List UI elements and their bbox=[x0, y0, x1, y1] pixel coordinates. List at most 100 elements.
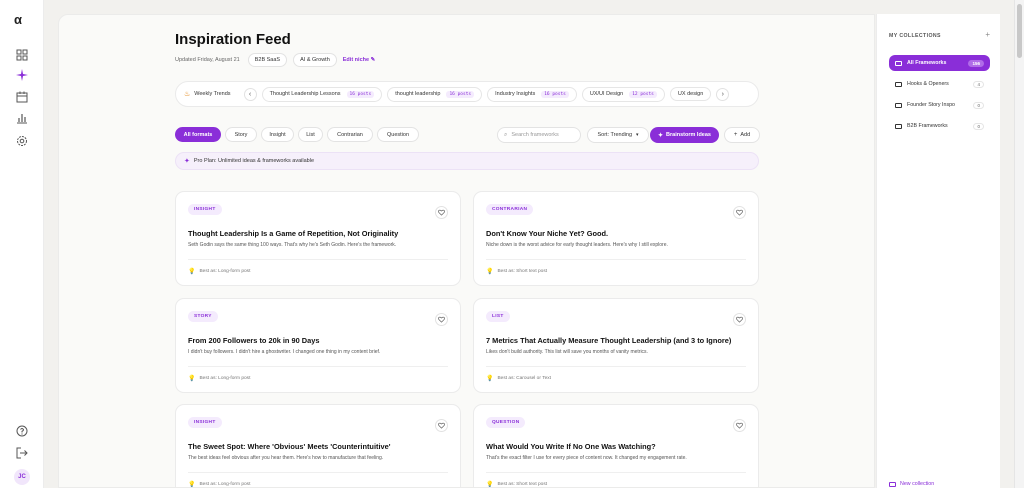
card-title: From 200 Followers to 20k in 90 Days bbox=[188, 336, 320, 345]
favorite-heart-icon[interactable] bbox=[733, 206, 746, 219]
filter-story[interactable]: Story bbox=[225, 127, 257, 142]
lightbulb-icon: 💡 bbox=[486, 376, 494, 382]
collection-count: 0 bbox=[973, 122, 984, 130]
page-scrollbar[interactable] bbox=[1014, 0, 1024, 488]
main-panel: Inspiration Feed Updated Friday, August … bbox=[58, 14, 875, 488]
card-divider bbox=[486, 366, 746, 367]
trends-next-button[interactable]: › bbox=[716, 87, 730, 101]
app-logo[interactable]: α bbox=[14, 12, 22, 27]
idea-card[interactable]: STORY From 200 Followers to 20k in 90 Da… bbox=[175, 298, 461, 393]
idea-card[interactable]: INSIGHT Thought Leadership Is a Game of … bbox=[175, 191, 461, 286]
collection-count: 0 bbox=[973, 101, 984, 109]
idea-card[interactable]: INSIGHT The Sweet Spot: Where 'Obvious' … bbox=[175, 404, 461, 488]
trend-chip[interactable]: UX/UI Design 12 posts bbox=[581, 86, 665, 102]
card-divider bbox=[486, 259, 746, 260]
dashboard-icon[interactable] bbox=[15, 48, 29, 62]
chevron-down-icon: ▾ bbox=[636, 132, 639, 138]
best-as-label: 💡 Best as: Long-form post bbox=[188, 376, 251, 382]
card-divider bbox=[188, 259, 448, 260]
filter-list[interactable]: List bbox=[298, 127, 323, 142]
best-as-label: 💡 Best as: Long-form post bbox=[188, 482, 251, 488]
settings-icon[interactable] bbox=[15, 134, 29, 148]
card-divider bbox=[486, 472, 746, 473]
analytics-icon[interactable] bbox=[15, 111, 29, 125]
brainstorm-ideas-button[interactable]: ✦ Brainstorm Ideas bbox=[650, 127, 719, 143]
logout-icon[interactable] bbox=[15, 446, 29, 460]
folder-icon bbox=[895, 123, 902, 129]
search-input[interactable]: ⌕ Search frameworks bbox=[497, 127, 581, 143]
best-as-label: 💡 Best as: Short text post bbox=[486, 482, 548, 488]
lightbulb-icon: 💡 bbox=[188, 482, 196, 488]
add-button[interactable]: + Add bbox=[724, 127, 760, 143]
folder-icon bbox=[895, 60, 902, 66]
collection-founder-story-inspo[interactable]: Founder Story Inspo 0 bbox=[889, 97, 990, 113]
card-description: Seth Godin says the same thing 100 ways.… bbox=[188, 242, 397, 248]
collection-hooks-openers[interactable]: Hooks & Openers 4 bbox=[889, 76, 990, 92]
weekly-trends-label: ♨ Weekly Trends bbox=[184, 91, 231, 98]
folder-icon bbox=[895, 81, 902, 87]
card-title: Thought Leadership Is a Game of Repetiti… bbox=[188, 229, 399, 238]
lightbulb-icon: 💡 bbox=[486, 269, 494, 275]
format-tag: QUESTION bbox=[486, 417, 526, 428]
card-title: 7 Metrics That Actually Measure Thought … bbox=[486, 336, 732, 345]
filter-all-formats[interactable]: All formats bbox=[175, 127, 221, 142]
sort-dropdown[interactable]: Sort: Trending ▾ bbox=[587, 127, 649, 143]
trends-prev-button[interactable]: ‹ bbox=[243, 87, 257, 101]
filter-question[interactable]: Question bbox=[377, 127, 419, 142]
favorite-heart-icon[interactable] bbox=[435, 313, 448, 326]
format-tag: INSIGHT bbox=[188, 204, 222, 215]
trend-chip[interactable]: Industry Insights 16 posts bbox=[487, 86, 577, 102]
sparkle-icon: ✦ bbox=[184, 158, 190, 165]
filter-insight[interactable]: Insight bbox=[261, 127, 294, 142]
lightbulb-icon: 💡 bbox=[486, 482, 494, 488]
filter-row: All formats Story Insight List Contraria… bbox=[175, 127, 760, 143]
trend-count: 16 posts bbox=[446, 90, 475, 98]
idea-card[interactable]: QUESTION What Would You Write If No One … bbox=[473, 404, 759, 488]
niche-chip[interactable]: AI & Growth bbox=[293, 53, 337, 67]
card-title: The Sweet Spot: Where 'Obvious' Meets 'C… bbox=[188, 442, 391, 451]
idea-card[interactable]: CONTRARIAN Don't Know Your Niche Yet? Go… bbox=[473, 191, 759, 286]
card-divider bbox=[188, 472, 448, 473]
scrollbar-thumb[interactable] bbox=[1017, 4, 1022, 58]
sparkle-icon: ✦ bbox=[658, 132, 664, 139]
updated-text: Updated Friday, August 21 bbox=[175, 57, 240, 63]
format-tag: STORY bbox=[188, 311, 218, 322]
plus-icon: + bbox=[733, 132, 738, 138]
best-as-label: 💡 Best as: Short text post bbox=[486, 269, 548, 275]
folder-icon bbox=[895, 102, 902, 108]
user-avatar[interactable]: JC bbox=[14, 469, 30, 485]
collections-title: MY COLLECTIONS bbox=[889, 33, 941, 39]
favorite-heart-icon[interactable] bbox=[435, 206, 448, 219]
collection-all-frameworks[interactable]: All Frameworks 156 bbox=[889, 55, 990, 71]
card-divider bbox=[188, 366, 448, 367]
favorite-heart-icon[interactable] bbox=[733, 313, 746, 326]
trend-count: 16 posts bbox=[346, 90, 375, 98]
idea-card[interactable]: LIST 7 Metrics That Actually Measure Tho… bbox=[473, 298, 759, 393]
pro-plan-banner: ✦ Pro Plan: Unlimited ideas & frameworks… bbox=[175, 152, 759, 170]
best-as-label: 💡 Best as: Carousel or Text bbox=[486, 376, 551, 382]
sparkle-icon[interactable] bbox=[15, 68, 29, 82]
format-tag: LIST bbox=[486, 311, 510, 322]
edit-niche-link[interactable]: Edit niche ✎ bbox=[343, 57, 375, 63]
new-collection-button[interactable]: New collection bbox=[889, 481, 934, 487]
favorite-heart-icon[interactable] bbox=[435, 419, 448, 432]
trend-chip[interactable]: UX design bbox=[669, 87, 712, 101]
card-description: I didn't buy followers. I didn't hire a … bbox=[188, 349, 381, 355]
help-icon[interactable] bbox=[15, 424, 29, 438]
weekly-trends-bar: ♨ Weekly Trends ‹ Thought Leadership Les… bbox=[175, 81, 759, 107]
favorite-heart-icon[interactable] bbox=[733, 419, 746, 432]
trend-chip[interactable]: Thought Leadership Lessons 16 posts bbox=[261, 86, 383, 102]
search-icon: ⌕ bbox=[504, 131, 508, 138]
card-description: Likes don't build authority. This list w… bbox=[486, 349, 648, 355]
niche-chip[interactable]: B2B SaaS bbox=[247, 53, 288, 67]
collection-b2b-frameworks[interactable]: B2B Frameworks 0 bbox=[889, 118, 990, 134]
lightbulb-icon: 💡 bbox=[188, 376, 196, 382]
lightbulb-icon: 💡 bbox=[188, 269, 196, 275]
filter-contrarian[interactable]: Contrarian bbox=[327, 127, 373, 142]
card-description: Niche down is the worst advice for early… bbox=[486, 242, 668, 248]
calendar-icon[interactable] bbox=[15, 90, 29, 104]
card-title: What Would You Write If No One Was Watch… bbox=[486, 442, 656, 451]
trend-chip[interactable]: thought leadership 16 posts bbox=[387, 86, 483, 102]
card-title: Don't Know Your Niche Yet? Good. bbox=[486, 229, 609, 238]
add-collection-icon[interactable]: + bbox=[985, 30, 990, 39]
